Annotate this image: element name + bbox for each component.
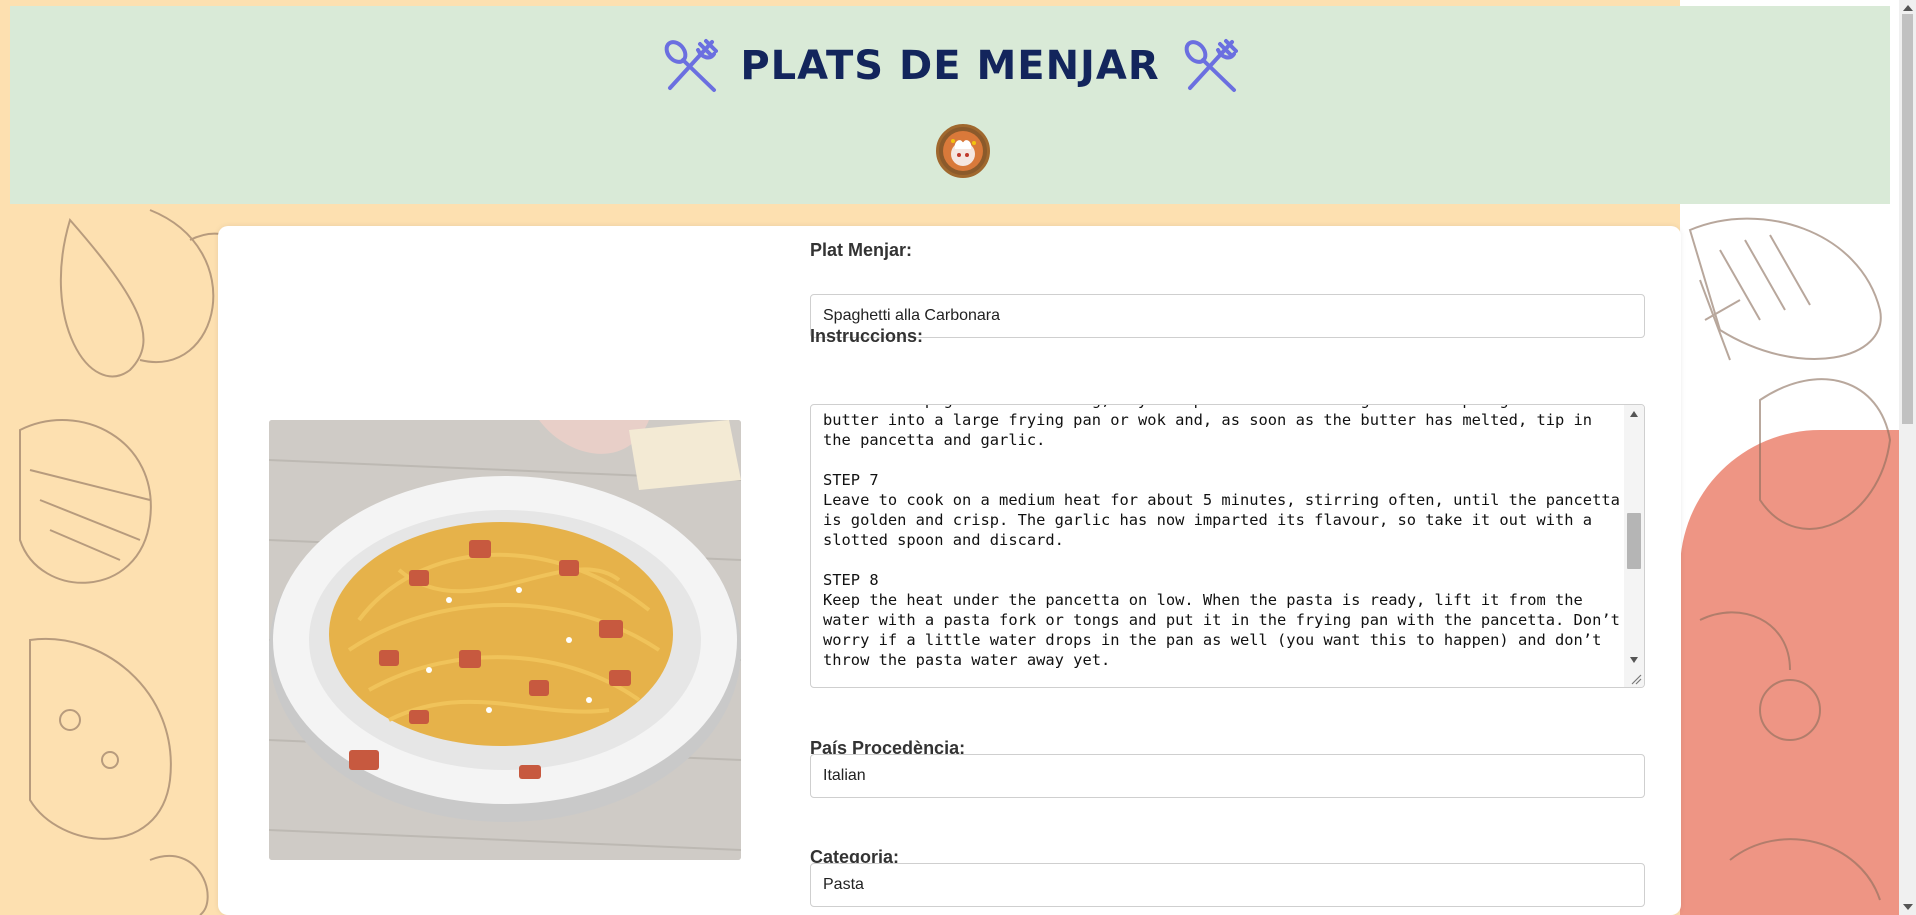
country-input[interactable] <box>810 754 1645 798</box>
page-scrollbar[interactable] <box>1899 0 1916 915</box>
dish-name-input[interactable] <box>810 294 1645 338</box>
scroll-down-arrow-icon[interactable] <box>1630 657 1638 663</box>
instructions-label: Instruccions: <box>810 326 924 346</box>
page-title: PLATS DE MENJAR <box>740 43 1160 89</box>
dish-name-label: Plat Menjar: <box>810 240 913 260</box>
instructions-textarea[interactable]: While the spaghetti is cooking, fry the … <box>810 404 1645 688</box>
textarea-scroll-thumb[interactable] <box>1627 513 1641 569</box>
fork-spoon-crossed-icon <box>664 39 719 92</box>
page-scroll-thumb[interactable] <box>1902 14 1913 424</box>
category-input[interactable] <box>810 863 1645 907</box>
spaghetti-carbonara-photo <box>269 420 741 860</box>
title-row: PLATS DE MENJAR <box>10 36 1890 96</box>
page-header: PLATS DE MENJAR <box>10 6 1890 204</box>
textarea-scrollbar[interactable] <box>1624 405 1644 687</box>
resize-grip-icon[interactable] <box>1630 673 1642 685</box>
recipe-card: Plat Menjar: Instruccions: While the spa… <box>218 226 1681 915</box>
fork-spoon-crossed-icon <box>1184 39 1238 92</box>
page-scroll-up-icon[interactable] <box>1903 5 1913 11</box>
scroll-up-arrow-icon[interactable] <box>1630 411 1638 417</box>
page-scroll-down-icon[interactable] <box>1903 904 1913 910</box>
instructions-text: While the spaghetti is cooking, fry the … <box>823 405 1620 669</box>
chef-logo[interactable] <box>936 124 990 178</box>
dish-illustration <box>269 420 741 860</box>
chef-logo-graphic <box>943 131 983 171</box>
